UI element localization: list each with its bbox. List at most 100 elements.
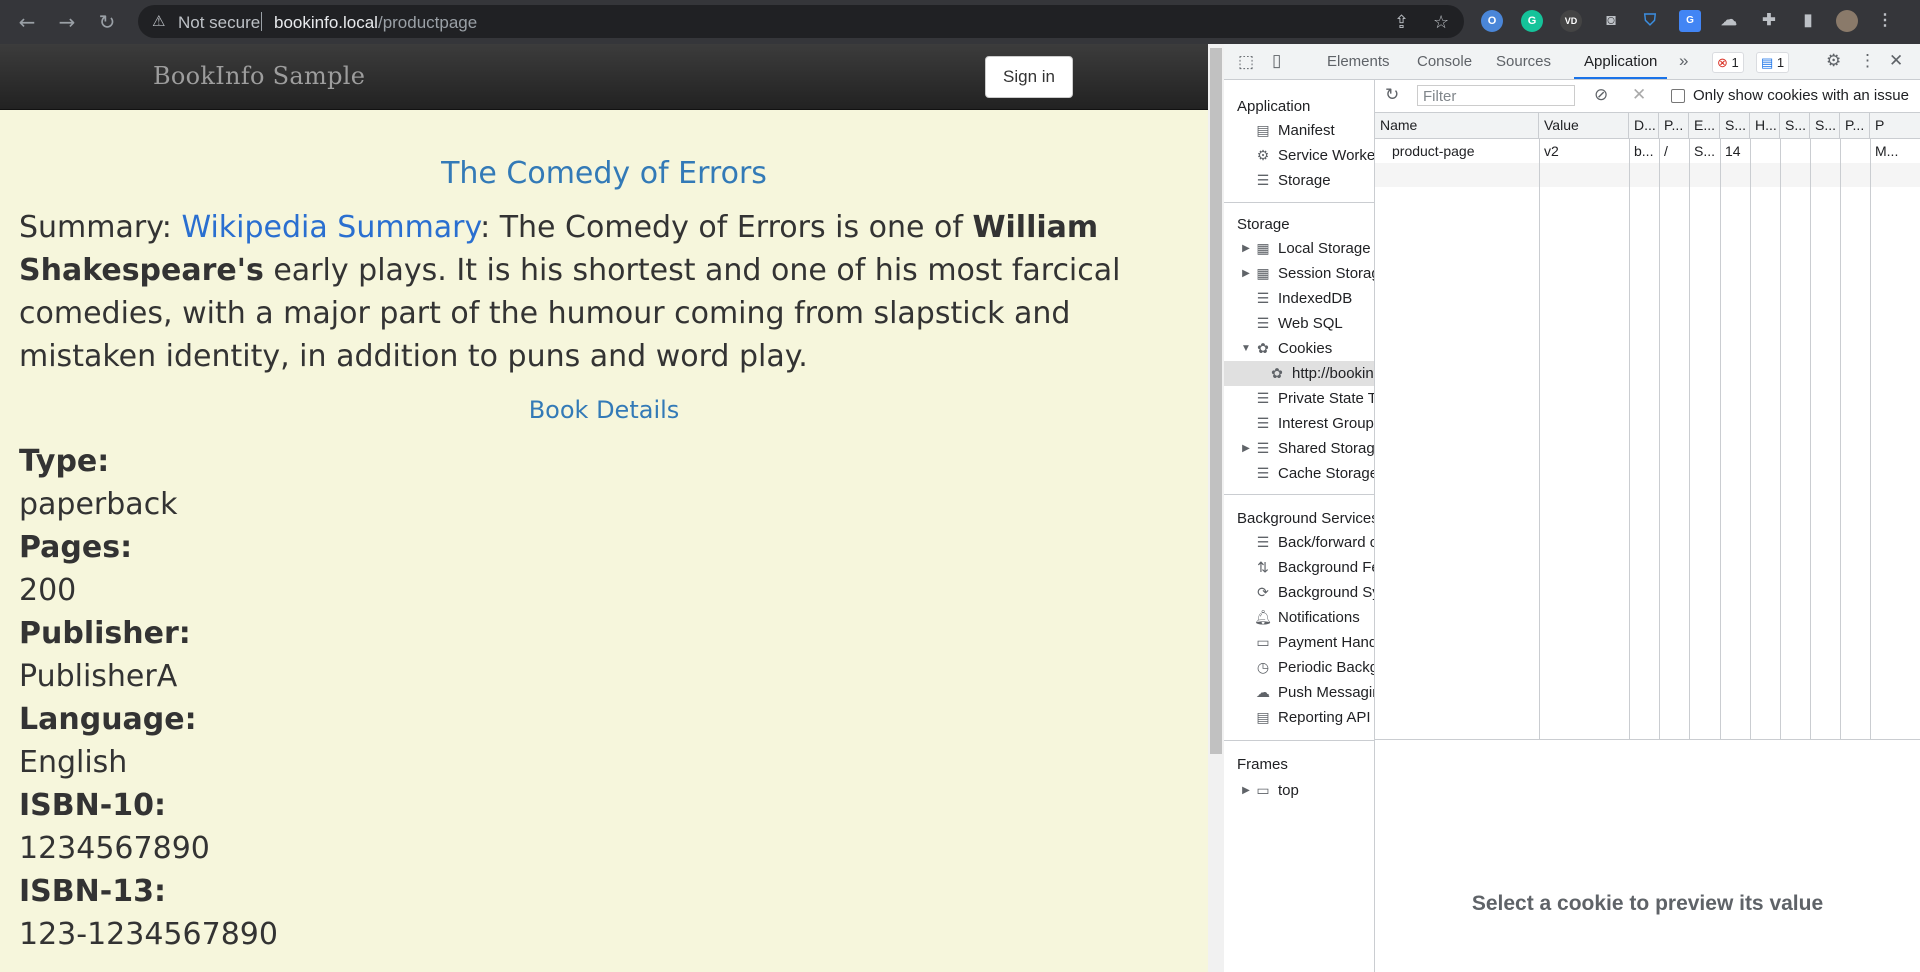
back-arrow-icon[interactable]: ← — [14, 9, 40, 35]
column-header-size[interactable]: S... — [1720, 113, 1750, 138]
column-header-httponly[interactable]: H... — [1750, 113, 1780, 138]
clear-filtered-cookies-icon[interactable]: ⊘ — [1594, 85, 1608, 105]
expand-arrow-icon[interactable]: ▶ — [1240, 236, 1252, 261]
tab-console[interactable]: Console — [1417, 44, 1472, 79]
column-header-value[interactable]: Value — [1539, 113, 1629, 138]
kebab-menu-icon[interactable]: ⋮ — [1874, 10, 1896, 32]
column-header-secure[interactable]: S... — [1780, 113, 1810, 138]
sidebar-item-payment-handler[interactable]: ▭ Payment Handler — [1224, 630, 1374, 655]
column-header-samesite[interactable]: S... — [1810, 113, 1840, 138]
translate-icon[interactable]: G — [1679, 10, 1701, 32]
credit-card-icon: ▭ — [1256, 634, 1270, 650]
page-scrollbar[interactable] — [1208, 44, 1224, 972]
shield-icon[interactable]: ⛉ — [1639, 10, 1661, 32]
expand-arrow-icon[interactable]: ▶ — [1240, 261, 1252, 286]
sign-in-button[interactable]: Sign in — [985, 56, 1073, 98]
warning-icon[interactable]: ⚠ — [152, 12, 165, 30]
column-divider — [1689, 138, 1690, 739]
cookie-path-cell: / — [1664, 143, 1668, 159]
only-issues-checkbox[interactable] — [1671, 89, 1685, 103]
sidebar-item-back-forward-cache[interactable]: ☰ Back/forward cache — [1224, 530, 1374, 555]
refresh-icon[interactable]: ↻ — [1385, 85, 1399, 105]
detail-value-publisher: PublisherA — [19, 659, 178, 694]
sidebar-item-label: top — [1278, 782, 1299, 799]
profile-avatar[interactable] — [1836, 10, 1858, 32]
grammarly-icon[interactable]: G — [1521, 10, 1543, 32]
settings-gear-icon[interactable]: ⚙ — [1826, 51, 1841, 71]
tab-sources[interactable]: Sources — [1496, 44, 1551, 79]
only-issues-label[interactable]: Only show cookies with an issue — [1693, 87, 1909, 104]
cloud-extension-icon[interactable]: ☁ — [1718, 10, 1740, 32]
sidebar-item-label: Web SQL — [1278, 315, 1343, 332]
sidebar-item-background-sync[interactable]: ⟳ Background Sync — [1224, 580, 1374, 605]
puzzle-extensions-icon[interactable]: ✚ — [1758, 10, 1780, 32]
column-header-name[interactable]: Name — [1375, 113, 1539, 138]
sidebar-item-private-state-tokens[interactable]: ☰ Private State Tokens — [1224, 386, 1374, 411]
sidebar-item-push-messaging[interactable]: ☁ Push Messaging — [1224, 680, 1374, 705]
message-count-badge[interactable]: ▤ 1 — [1756, 52, 1790, 73]
column-divider — [1629, 138, 1630, 739]
site-brand[interactable]: BookInfo Sample — [153, 62, 365, 90]
sidebar-item-periodic-background-sync[interactable]: ◷ Periodic Background Sync — [1224, 655, 1374, 680]
vd-extension-icon[interactable]: VD — [1560, 10, 1582, 32]
section-background-services: Background Services — [1237, 510, 1375, 527]
table-row[interactable]: product-page v2 b... / S... 14 M... — [1375, 139, 1920, 163]
section-frames: Frames — [1237, 756, 1288, 773]
sidebar-item-reporting-api[interactable]: ▤ Reporting API — [1224, 705, 1374, 730]
sidebar-item-cookie-origin[interactable]: ✿ http://bookinfo.local — [1224, 361, 1374, 386]
sidebar-item-background-fetch[interactable]: ⇅ Background Fetch — [1224, 555, 1374, 580]
close-devtools-icon[interactable]: ✕ — [1889, 51, 1903, 71]
sidebar-item-shared-storage[interactable]: ▶ ☰ Shared Storage — [1224, 436, 1374, 461]
column-header-path[interactable]: P... — [1659, 113, 1689, 138]
wikipedia-summary-link[interactable]: Wikipedia Summary — [181, 210, 480, 245]
omnibox-separator — [261, 12, 262, 31]
error-count-badge[interactable]: ⊗ 1 — [1712, 52, 1744, 73]
sidebar-item-manifest[interactable]: ▤ Manifest — [1224, 118, 1374, 143]
column-header-expires[interactable]: E... — [1689, 113, 1720, 138]
url-text[interactable]: bookinfo.local/productpage — [274, 13, 477, 33]
cookie-samesite-cell — [1810, 139, 1840, 163]
more-tabs-icon[interactable]: » — [1679, 51, 1688, 71]
device-toolbar-icon[interactable]: ▯ — [1272, 51, 1281, 71]
delete-selected-icon[interactable]: ✕ — [1632, 85, 1646, 105]
side-panel-icon[interactable]: ▮ — [1797, 10, 1819, 32]
column-header-partition[interactable]: P... — [1840, 113, 1870, 138]
collapse-arrow-icon[interactable]: ▼ — [1240, 336, 1252, 361]
page-scrollbar-thumb[interactable] — [1210, 48, 1222, 754]
tab-elements[interactable]: Elements — [1327, 44, 1390, 79]
address-bar[interactable]: ⚠ Not secure bookinfo.local/productpage … — [138, 5, 1464, 38]
sidebar-item-web-sql[interactable]: ☰ Web SQL — [1224, 311, 1374, 336]
table-row-empty — [1375, 163, 1920, 187]
sidebar-item-label: Push Messaging — [1278, 684, 1374, 701]
inspect-element-icon[interactable]: ⬚ — [1238, 52, 1254, 72]
book-details-list: Type: paperback Pages: 200 Publisher: Pu… — [19, 440, 278, 956]
tab-application[interactable]: Application — [1574, 44, 1668, 79]
sidebar-item-session-storage[interactable]: ▶▦ Session Storage — [1224, 261, 1374, 286]
sidebar-item-cookies[interactable]: ▼ ✿ Cookies — [1224, 336, 1374, 361]
sidebar-item-cache-storage[interactable]: ☰ Cache Storage — [1224, 461, 1374, 486]
expand-arrow-icon[interactable]: ▶ — [1240, 436, 1252, 461]
extension-circle-icon[interactable]: O — [1481, 10, 1503, 32]
sidebar-item-service-workers[interactable]: ⚙ Service Workers — [1224, 143, 1374, 168]
sidebar-item-interest-groups[interactable]: ☰ Interest Groups — [1224, 411, 1374, 436]
sidebar-item-frame-top[interactable]: ▶ ▭ top — [1224, 778, 1374, 803]
security-label[interactable]: Not secure — [178, 13, 260, 33]
forward-arrow-icon[interactable]: → — [54, 9, 80, 35]
sidebar-item-local-storage[interactable]: ▶ ▦ Local Storage — [1224, 236, 1374, 261]
sidebar-item-indexeddb[interactable]: ☰ IndexedDB — [1224, 286, 1374, 311]
devtools-menu-icon[interactable]: ⋮ — [1859, 51, 1876, 71]
expand-arrow-icon[interactable]: ▶ — [1240, 778, 1252, 803]
column-header-priority[interactable]: P — [1870, 113, 1920, 138]
bookmark-star-icon[interactable]: ☆ — [1433, 12, 1449, 33]
sidebar-item-label: Local Storage — [1278, 240, 1371, 257]
sidebar-item-notifications[interactable]: 🔔︎ Notifications — [1224, 605, 1374, 630]
sidebar-item-label: Periodic Background Sync — [1278, 659, 1374, 676]
camera-icon[interactable]: ◙ — [1600, 10, 1622, 32]
column-header-domain[interactable]: D... — [1629, 113, 1659, 138]
share-icon[interactable]: ⇪ — [1394, 12, 1409, 33]
sidebar-item-storage[interactable]: ☰ Storage — [1224, 168, 1374, 193]
gear-icon: ⚙ — [1256, 147, 1270, 163]
cookie-name-cell: product-page — [1392, 143, 1475, 159]
cookie-filter-input[interactable]: Filter — [1417, 85, 1575, 106]
reload-icon[interactable]: ↻ — [94, 9, 120, 35]
